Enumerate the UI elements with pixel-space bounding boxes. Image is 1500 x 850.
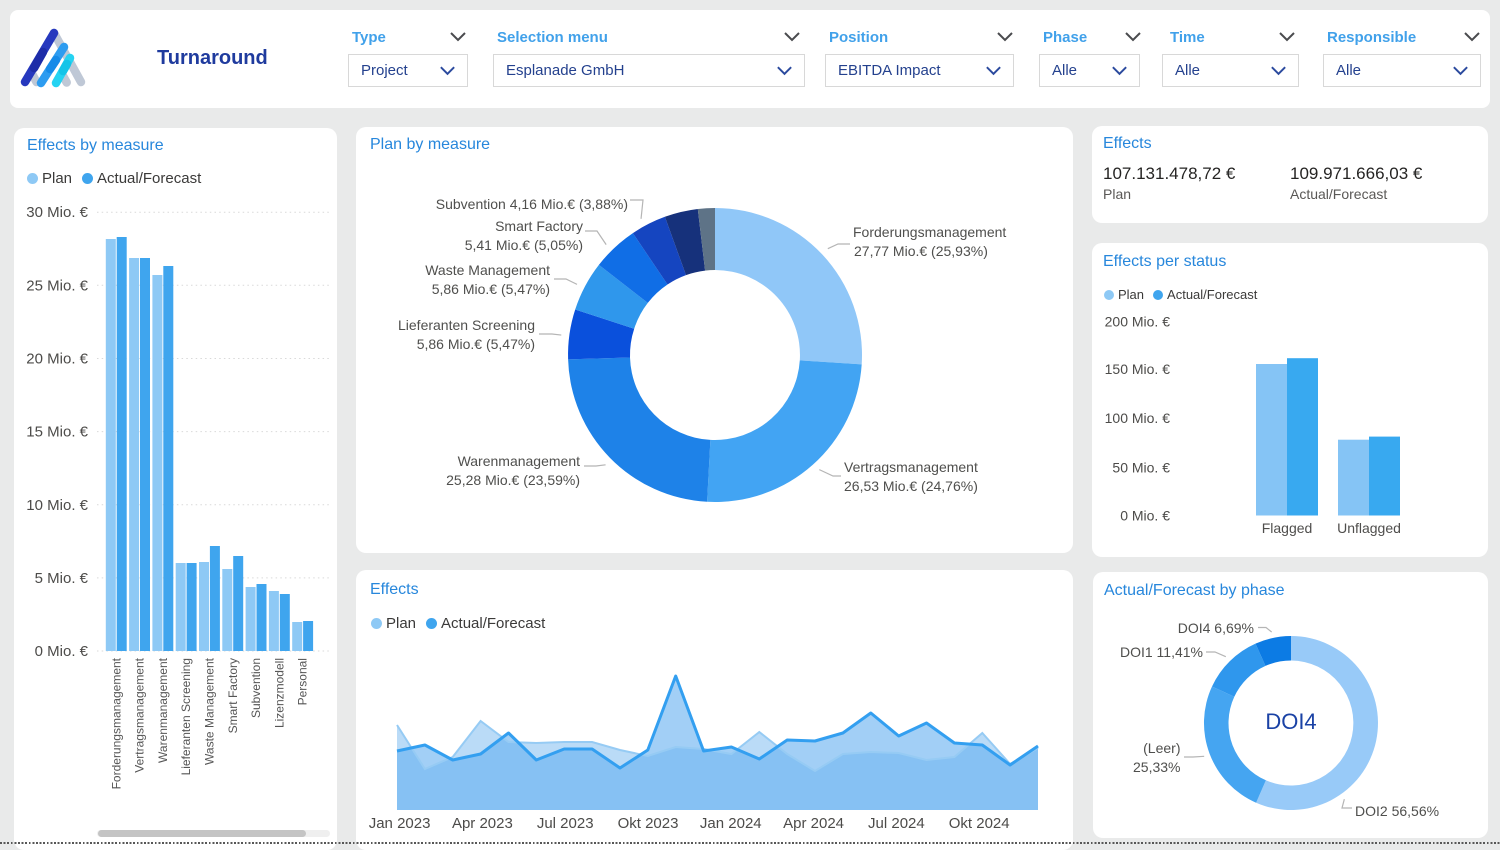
- svg-text:Subvention 4,16 Mio.€ (3,88%): Subvention 4,16 Mio.€ (3,88%): [436, 196, 628, 212]
- svg-text:100 Mio. €: 100 Mio. €: [1105, 410, 1171, 426]
- svg-text:0 Mio. €: 0 Mio. €: [1120, 508, 1170, 524]
- svg-text:5,86 Mio.€ (5,47%): 5,86 Mio.€ (5,47%): [417, 336, 535, 352]
- svg-text:5,86 Mio.€ (5,47%): 5,86 Mio.€ (5,47%): [432, 281, 550, 297]
- svg-text:Forderungsmanagement: Forderungsmanagement: [853, 224, 1006, 240]
- svg-text:26,53 Mio.€ (24,76%): 26,53 Mio.€ (24,76%): [844, 478, 978, 494]
- svg-text:15 Mio. €: 15 Mio. €: [26, 424, 88, 441]
- svg-text:25,28 Mio.€ (23,59%): 25,28 Mio.€ (23,59%): [446, 472, 580, 488]
- svg-text:DOI1 11,41%: DOI1 11,41%: [1120, 644, 1203, 660]
- svg-text:Lieferanten Screening: Lieferanten Screening: [179, 658, 193, 775]
- svg-text:Vertragsmanagement: Vertragsmanagement: [844, 459, 978, 475]
- svg-text:10 Mio. €: 10 Mio. €: [26, 497, 88, 514]
- svg-text:Apr 2023: Apr 2023: [452, 815, 513, 832]
- svg-text:Warenmanagement: Warenmanagement: [156, 657, 170, 763]
- svg-text:25 Mio. €: 25 Mio. €: [26, 277, 88, 294]
- svg-text:150 Mio. €: 150 Mio. €: [1105, 361, 1171, 377]
- svg-text:Smart Factory: Smart Factory: [226, 658, 240, 733]
- svg-text:Jan 2024: Jan 2024: [700, 815, 762, 832]
- svg-text:Flagged: Flagged: [1262, 520, 1313, 536]
- svg-text:20 Mio. €: 20 Mio. €: [26, 351, 88, 368]
- svg-text:Waste Management: Waste Management: [203, 657, 217, 765]
- svg-text:25,33%: 25,33%: [1133, 759, 1180, 775]
- svg-text:Apr 2024: Apr 2024: [783, 815, 844, 832]
- svg-text:0 Mio. €: 0 Mio. €: [35, 643, 89, 660]
- svg-text:Waste Management: Waste Management: [425, 262, 550, 278]
- svg-text:Vertragsmanagement: Vertragsmanagement: [133, 657, 147, 772]
- svg-text:(Leer): (Leer): [1143, 740, 1180, 756]
- svg-text:Jan 2023: Jan 2023: [369, 815, 431, 832]
- svg-text:Personal: Personal: [296, 658, 310, 705]
- svg-text:Jul 2023: Jul 2023: [537, 815, 594, 832]
- svg-text:5 Mio. €: 5 Mio. €: [35, 570, 89, 587]
- svg-text:DOI2 56,56%: DOI2 56,56%: [1355, 803, 1439, 819]
- svg-text:Jul 2024: Jul 2024: [868, 815, 925, 832]
- svg-text:27,77 Mio.€ (25,93%): 27,77 Mio.€ (25,93%): [854, 243, 988, 259]
- svg-text:Unflagged: Unflagged: [1337, 520, 1401, 536]
- svg-text:Lizenzmodell: Lizenzmodell: [272, 658, 286, 728]
- svg-text:Forderungsmanagement: Forderungsmanagement: [109, 657, 123, 789]
- svg-text:Lieferanten Screening: Lieferanten Screening: [398, 317, 535, 333]
- svg-text:Okt 2023: Okt 2023: [618, 815, 679, 832]
- svg-text:50 Mio. €: 50 Mio. €: [1112, 459, 1170, 475]
- svg-text:Warenmanagement: Warenmanagement: [458, 453, 581, 469]
- svg-text:Smart Factory: Smart Factory: [495, 218, 583, 234]
- svg-text:Subvention: Subvention: [249, 658, 263, 718]
- svg-text:Okt 2024: Okt 2024: [949, 815, 1010, 832]
- svg-text:DOI4: DOI4: [1265, 709, 1316, 734]
- svg-text:200 Mio. €: 200 Mio. €: [1105, 314, 1171, 330]
- svg-text:5,41 Mio.€ (5,05%): 5,41 Mio.€ (5,05%): [465, 237, 583, 253]
- svg-text:DOI4 6,69%: DOI4 6,69%: [1178, 620, 1254, 636]
- svg-text:30 Mio. €: 30 Mio. €: [26, 204, 88, 221]
